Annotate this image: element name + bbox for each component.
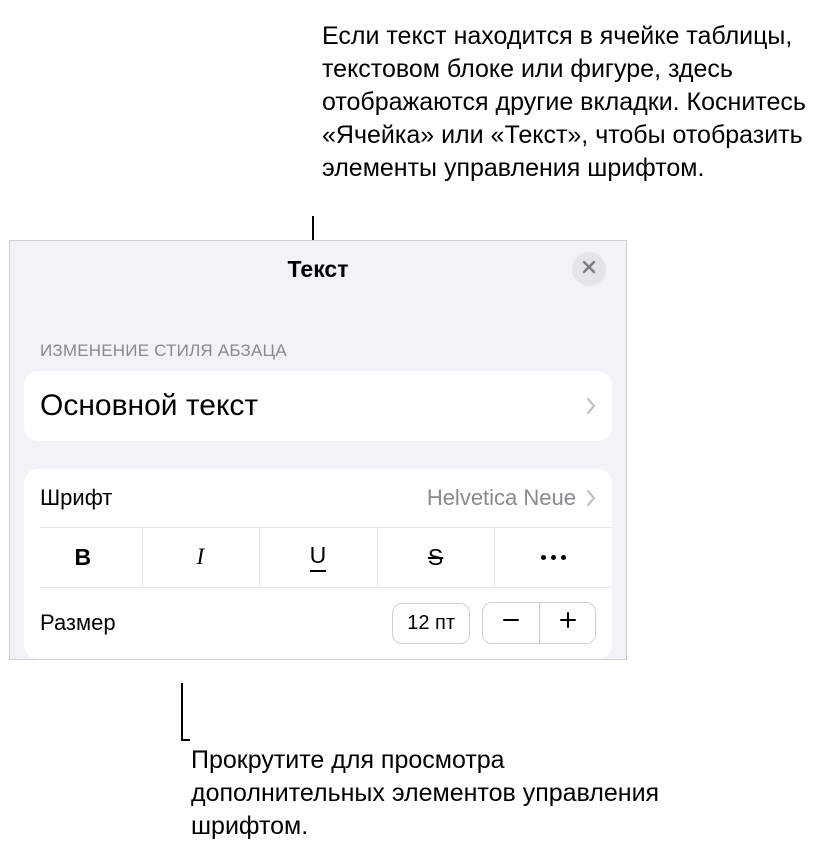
ellipsis-icon xyxy=(541,555,566,560)
underline-button[interactable]: U xyxy=(259,527,377,587)
font-label: Шрифт xyxy=(40,485,112,511)
bold-icon: B xyxy=(74,544,91,571)
more-formatting-button[interactable] xyxy=(494,527,612,587)
font-row[interactable]: Шрифт Helvetica Neue xyxy=(24,469,612,527)
size-value-button[interactable]: 12 пт xyxy=(392,603,470,644)
panel-title: Текст xyxy=(288,256,349,283)
bold-button[interactable]: B xyxy=(24,527,142,587)
font-value: Helvetica Neue xyxy=(427,485,576,511)
strikethrough-icon: S xyxy=(428,544,443,571)
text-format-buttons: B I U S xyxy=(24,527,612,587)
close-icon xyxy=(582,260,596,279)
callout-scroll-hint: Прокрутите для просмотра дополнительных … xyxy=(191,744,671,843)
underline-icon: U xyxy=(310,542,327,572)
font-size-row: Размер 12 пт xyxy=(24,587,612,659)
size-decrease-button[interactable] xyxy=(483,603,539,643)
size-increase-button[interactable] xyxy=(539,603,595,643)
text-format-panel: Текст ИЗМЕНЕНИЕ СТИЛЯ АБЗАЦА Основной те… xyxy=(9,240,627,660)
size-controls: 12 пт xyxy=(392,602,596,644)
panel-header: Текст xyxy=(10,241,626,297)
size-stepper xyxy=(482,602,596,644)
close-button[interactable] xyxy=(572,252,606,286)
callout-tabs-hint: Если текст находится в ячейке таблицы, т… xyxy=(322,20,822,185)
size-label: Размер xyxy=(40,610,116,636)
section-header-paragraph-style: ИЗМЕНЕНИЕ СТИЛЯ АБЗАЦА xyxy=(10,297,626,371)
callout-leader xyxy=(181,739,190,741)
plus-icon xyxy=(558,609,578,637)
paragraph-style-card: Основной текст xyxy=(24,371,612,441)
chevron-right-icon xyxy=(586,397,596,415)
italic-button[interactable]: I xyxy=(142,527,260,587)
strikethrough-button[interactable]: S xyxy=(377,527,495,587)
paragraph-style-row[interactable]: Основной текст xyxy=(24,371,612,441)
chevron-right-icon xyxy=(586,489,596,507)
callout-leader xyxy=(181,683,183,740)
font-card: Шрифт Helvetica Neue B I U S Раз xyxy=(24,469,612,659)
paragraph-style-name: Основной текст xyxy=(40,371,258,441)
minus-icon xyxy=(501,609,521,637)
italic-icon: I xyxy=(197,544,205,570)
